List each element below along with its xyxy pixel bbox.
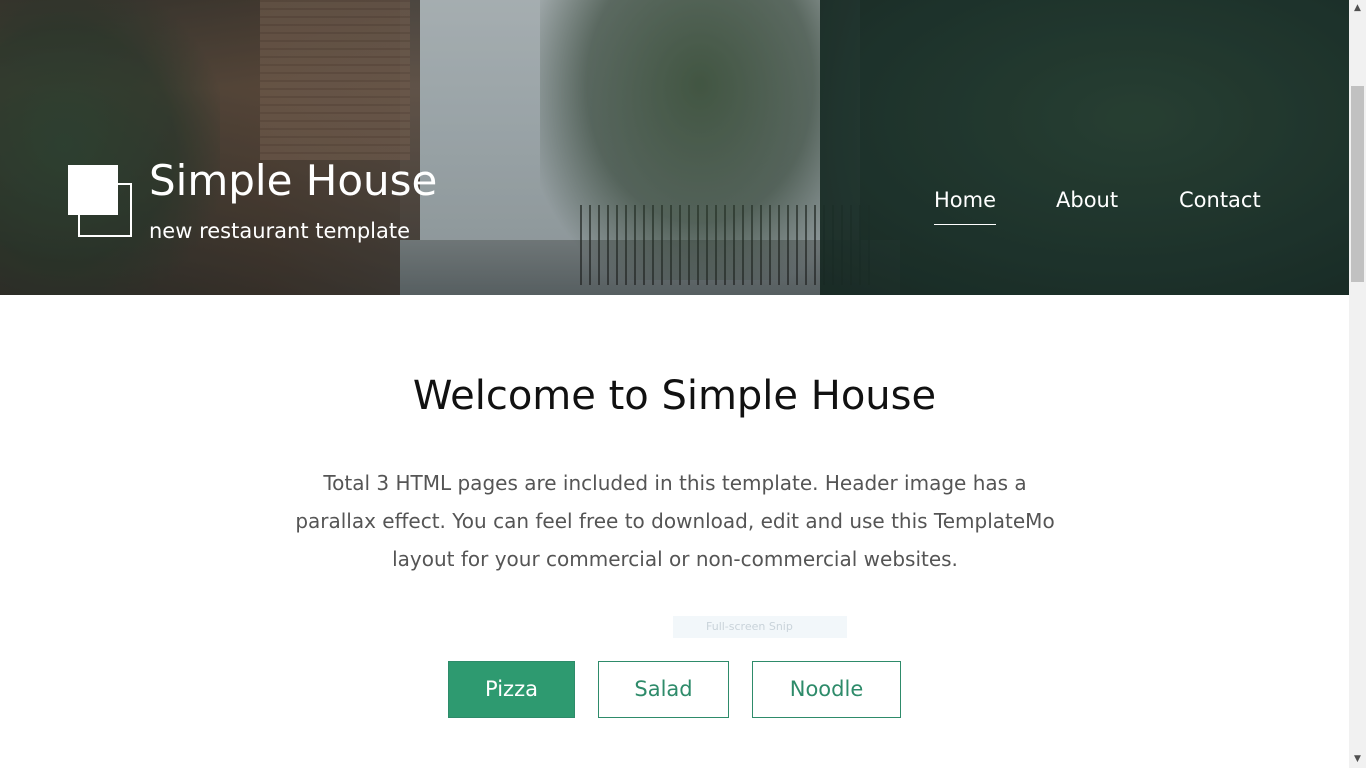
hero-header: Simple House new restaurant template Hom… <box>0 0 1349 295</box>
tab-salad[interactable]: Salad <box>598 661 729 718</box>
tab-noodle[interactable]: Noodle <box>752 661 901 718</box>
hero-overlay <box>0 0 1349 295</box>
brand-title[interactable]: Simple House <box>149 156 437 205</box>
vertical-scrollbar[interactable]: ▲ ▼ <box>1349 0 1366 768</box>
scrollbar-thumb[interactable] <box>1351 86 1364 282</box>
arrow-up-icon[interactable]: ▲ <box>1349 0 1366 17</box>
logo-square-filled <box>68 165 118 215</box>
intro-text: Total 3 HTML pages are included in this … <box>295 471 1055 571</box>
snip-tooltip: Full-screen Snip <box>673 616 847 638</box>
brand-tagline: new restaurant template <box>149 219 411 243</box>
nav-home[interactable]: Home <box>934 188 997 225</box>
arrow-down-icon[interactable]: ▼ <box>1349 751 1366 768</box>
tab-pizza[interactable]: Pizza <box>448 661 575 718</box>
logo-icon[interactable] <box>68 165 132 237</box>
nav-about[interactable]: About <box>1056 188 1118 224</box>
nav-contact[interactable]: Contact <box>1179 188 1261 224</box>
welcome-title: Welcome to Simple House <box>412 373 937 419</box>
